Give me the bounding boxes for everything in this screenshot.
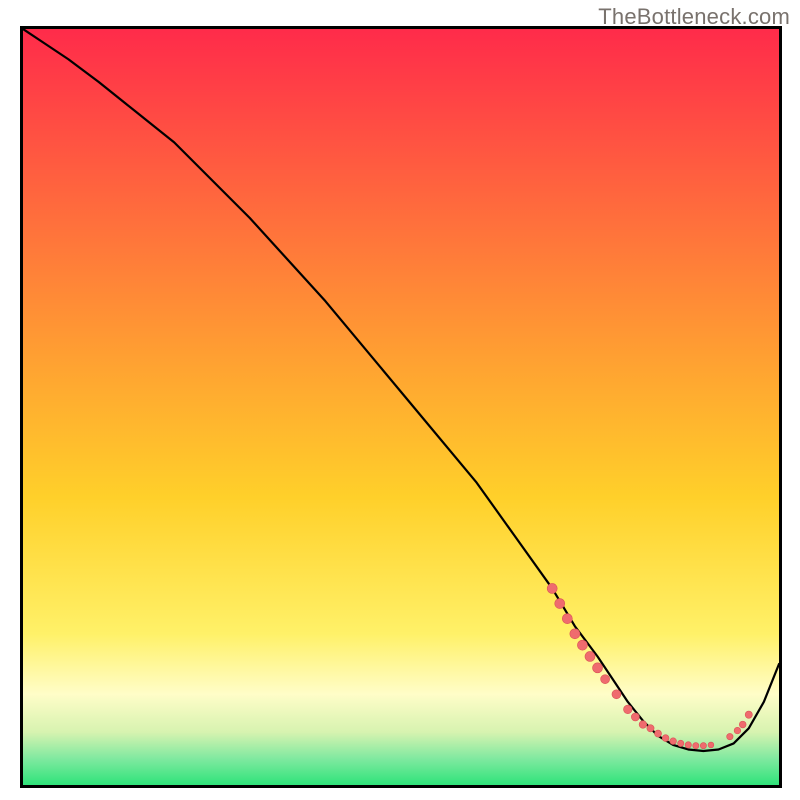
data-dot — [678, 740, 684, 746]
data-dot — [593, 663, 603, 673]
data-dot — [555, 599, 565, 609]
data-dot — [570, 629, 580, 639]
data-dot — [685, 742, 691, 748]
data-dot — [670, 738, 677, 745]
data-dot — [547, 583, 557, 593]
data-dot — [585, 651, 595, 661]
data-dot — [693, 743, 699, 749]
bottleneck-curve-chart — [23, 29, 779, 785]
data-dot — [601, 675, 610, 684]
data-dot — [631, 713, 639, 721]
data-dot — [708, 742, 714, 748]
data-dot — [739, 721, 746, 728]
data-dot — [745, 711, 752, 718]
data-dot — [562, 614, 572, 624]
data-dot — [639, 721, 647, 729]
chart-background — [23, 29, 779, 785]
data-dot — [700, 743, 706, 749]
chart-area — [20, 26, 782, 788]
data-dot — [662, 735, 669, 742]
data-dot — [655, 730, 662, 737]
data-dot — [734, 727, 741, 734]
data-dot — [727, 733, 733, 739]
data-dot — [612, 690, 621, 699]
data-dot — [647, 725, 654, 732]
data-dot — [577, 640, 587, 650]
data-dot — [624, 705, 633, 714]
